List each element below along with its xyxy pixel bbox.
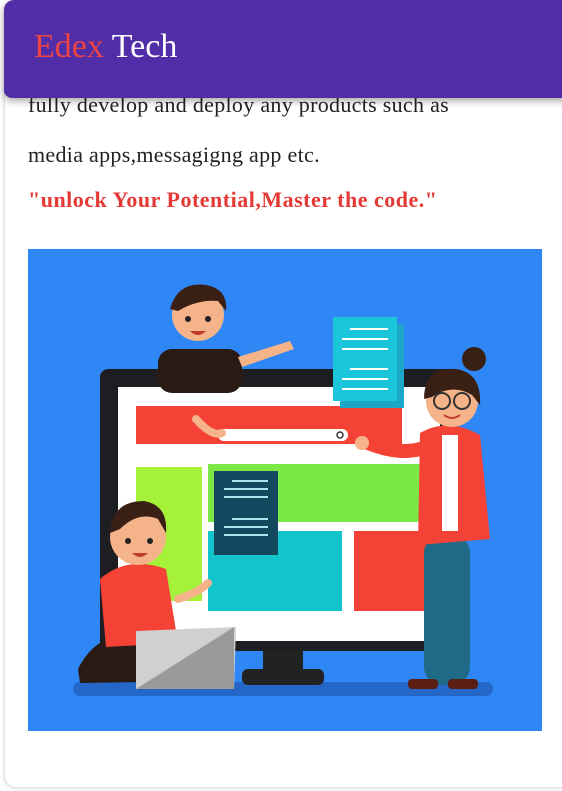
description-line-2: media apps,messagigng app etc. [28, 142, 320, 167]
brand-name: Tech [111, 28, 178, 65]
web-development-team-illustration-icon [73, 284, 493, 696]
tagline: "unlock Your Potential,Master the code." [28, 187, 438, 212]
app-header: Edex Tech [4, 0, 562, 98]
brand-logo[interactable]: Edex Tech [34, 28, 177, 66]
hero-illustration [28, 249, 542, 731]
brand-name-accent: Edex [34, 28, 104, 65]
